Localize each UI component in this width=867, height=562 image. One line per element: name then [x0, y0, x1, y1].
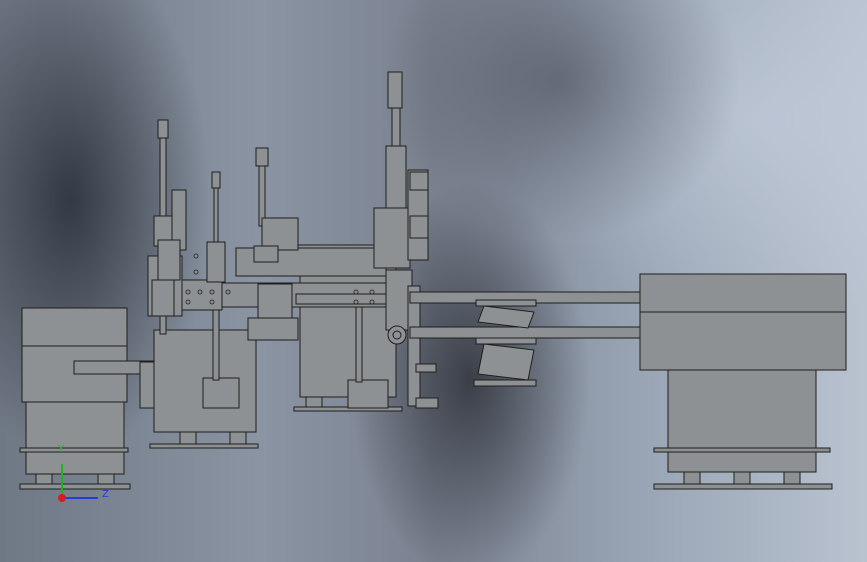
lower-carrier-plate	[475, 337, 537, 345]
mid-left-bowl-foot	[229, 431, 247, 445]
cad-viewport[interactable]: Y Z	[0, 0, 867, 562]
right-bowl-foot	[783, 471, 801, 485]
center-block	[181, 279, 223, 311]
actuator-1-tip	[159, 315, 167, 335]
right-bowl-foot	[683, 471, 701, 485]
right-post	[407, 285, 421, 407]
carrier-base	[473, 379, 537, 387]
right-bowl-foot	[733, 471, 751, 485]
actuator-1-cap	[157, 119, 169, 139]
actuator-4-bracket	[409, 171, 429, 191]
right-bowl-plate	[653, 483, 833, 490]
left-side-slide	[151, 279, 175, 317]
right-post-bracket	[415, 363, 437, 373]
right-bowl-feeder[interactable]	[639, 273, 847, 490]
actuator-2-cap	[211, 171, 221, 189]
left-bowl-top	[21, 307, 128, 347]
left-bowl-base	[25, 401, 125, 475]
rotary-joint-hub	[392, 330, 402, 340]
z-axis-label: Z	[102, 489, 109, 500]
upper-carrier-plate	[475, 299, 537, 307]
middle-bowl-motor	[347, 379, 389, 409]
actuator-4-rod	[391, 107, 401, 149]
actuator-4-bracket	[409, 215, 429, 239]
mid-left-shaft	[212, 299, 220, 381]
actuator-3-cap	[255, 147, 269, 167]
actuator-4-body	[385, 145, 407, 217]
lower-transfer-rail	[409, 326, 643, 339]
mid-left-bowl-motor	[202, 377, 240, 409]
mid-left-bowl-plate	[149, 443, 259, 449]
actuator-2-body	[206, 241, 226, 283]
left-bowl-plate	[19, 483, 131, 490]
middle-bowl-foot	[305, 396, 323, 408]
actuator-3-lower	[253, 245, 279, 263]
right-bowl-ring	[653, 447, 831, 453]
mid-left-bowl-foot	[179, 431, 197, 445]
right-bowl-body	[639, 311, 847, 371]
lower-clamp-block	[247, 317, 299, 341]
actuator-1-lower	[157, 239, 181, 281]
left-bowl-foot	[97, 473, 115, 485]
left-bowl-ring	[19, 447, 129, 453]
left-bowl-foot	[35, 473, 53, 485]
actuator-4-cap	[387, 71, 403, 109]
right-post-foot	[415, 397, 439, 409]
middle-shaft	[355, 299, 363, 383]
right-bowl-base	[667, 369, 817, 473]
actuator-1-rod	[159, 137, 167, 219]
actuator-4-carriage	[373, 207, 411, 269]
upper-carrier-fin	[477, 305, 535, 329]
lower-carrier-fin	[477, 343, 535, 381]
actuator-4[interactable]	[373, 71, 429, 269]
actuator-2[interactable]	[206, 171, 226, 283]
actuator-2-rod	[213, 187, 219, 249]
right-bowl-top	[639, 273, 847, 313]
y-axis-label: Y	[58, 444, 65, 455]
actuator-3[interactable]	[253, 147, 299, 263]
machine-assembly-drawing[interactable]	[0, 0, 867, 562]
actuator-3-rod	[258, 165, 266, 227]
x-axis-dot	[58, 494, 66, 502]
actuator-3-body	[261, 217, 299, 251]
